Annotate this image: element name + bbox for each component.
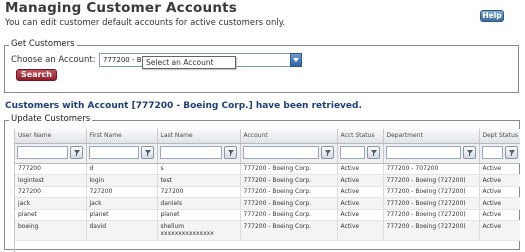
cell-account: 777200 - Boeing Corp. — [240, 197, 338, 210]
cell-dept-status: Active — [479, 220, 520, 241]
table-row[interactable]: logintest login test 777200 - Boeing Corp. A… — [15, 174, 520, 187]
cell-first-name: 727200 — [86, 186, 158, 198]
customers-grid: User Name First Name Last Name Account Acct … — [14, 129, 520, 252]
page-title: Managing Customer Accounts — [5, 0, 238, 16]
table-row[interactable]: boeing david shellum xxxxxxxxxxxxxxx 777200… — [15, 220, 520, 241]
status-message: Customers with Account [777200 - Boeing … — [5, 101, 362, 111]
filter-input-first-name[interactable] — [88, 146, 139, 159]
cell-department: 777200 - Boeing (727200) — [383, 197, 480, 210]
cell-department: 777200 - Boeing (727200) — [383, 220, 480, 241]
filter-cell — [337, 143, 384, 164]
choose-account-label: Choose an Account: — [11, 55, 96, 65]
cell-account: 777200 - Boeing Corp. — [240, 186, 338, 198]
cell-first-name: d — [86, 163, 158, 175]
column-header-last-name[interactable]: Last Name — [157, 129, 241, 144]
cell-first-name: david — [86, 220, 158, 241]
account-tooltip: Select an Account — [142, 56, 236, 69]
filter-input-acct-status[interactable] — [339, 146, 365, 159]
column-header-user-name[interactable]: User Name — [15, 129, 87, 144]
column-header-account[interactable]: Account — [240, 129, 338, 144]
filter-cell — [383, 143, 480, 164]
cell-account: 777200 - Boeing Corp. — [240, 209, 338, 221]
column-header-dept-status[interactable]: Dept Status — [479, 129, 520, 144]
search-button[interactable]: Search — [16, 69, 57, 81]
filter-icon[interactable] — [504, 146, 518, 159]
cell-user-name: boeing — [15, 220, 87, 241]
cell-account: 777200 - Boeing Corp. — [240, 220, 338, 241]
table-row[interactable]: 777200 d s 777200 - Boeing Corp. Active 77720… — [15, 163, 520, 175]
update-customers-legend: Update Customers — [9, 114, 93, 124]
cell-last-name: 727200 — [157, 186, 241, 198]
cell-last-name: planet — [157, 209, 241, 221]
get-customers-legend: Get Customers — [9, 39, 77, 49]
cell-department: 777200 - 707200 — [383, 163, 480, 175]
table-row[interactable]: planet planet planet 777200 - Boeing Corp. A… — [15, 209, 520, 221]
cell-first-name: planet — [86, 209, 158, 221]
filter-cell — [479, 143, 520, 164]
cell-last-name: test — [157, 174, 241, 187]
cell-dept-status: Active — [479, 163, 520, 175]
filter-input-user-name[interactable] — [17, 146, 68, 159]
cell-department: 777200 - Boeing (727200) — [383, 174, 480, 187]
filter-cell — [240, 143, 338, 164]
cell-user-name: planet — [15, 209, 87, 221]
table-row[interactable]: 727200 727200 727200 777200 - Boeing Corp. A… — [15, 186, 520, 198]
cell-user-name: jack — [15, 197, 87, 210]
filter-input-department[interactable] — [385, 146, 461, 159]
cell-last-name: s — [157, 163, 241, 175]
help-button[interactable]: Help — [480, 10, 504, 22]
filter-cell — [15, 143, 87, 164]
chevron-down-icon[interactable] — [290, 53, 302, 67]
cell-account: 777200 - Boeing Corp. — [240, 163, 338, 175]
cell-first-name: login — [86, 174, 158, 187]
cell-acct-status: Active — [337, 174, 384, 187]
filter-cell — [86, 143, 158, 164]
cell-acct-status: Active — [337, 197, 384, 210]
filter-icon[interactable] — [140, 146, 154, 159]
cell-dept-status: Active — [479, 209, 520, 221]
cell-account: 777200 - Boeing Corp. — [240, 174, 338, 187]
filter-icon[interactable] — [366, 146, 380, 159]
filter-icon[interactable] — [69, 146, 83, 159]
cell-dept-status: Active — [479, 197, 520, 210]
filter-input-account[interactable] — [242, 146, 319, 159]
filter-cell — [157, 143, 241, 164]
cell-first-name: jack — [86, 197, 158, 210]
filter-icon[interactable] — [223, 146, 237, 159]
cell-acct-status: Active — [337, 220, 384, 241]
page-subtitle: You can edit customer default accounts f… — [5, 18, 286, 28]
cell-department: 777200 - Boeing (727200) — [383, 209, 480, 221]
filter-input-dept-status[interactable] — [481, 146, 503, 159]
cell-acct-status: Active — [337, 209, 384, 221]
filter-input-last-name[interactable] — [159, 146, 222, 159]
cell-user-name: logintest — [15, 174, 87, 187]
cell-user-name: 727200 — [15, 186, 87, 198]
filter-icon[interactable] — [320, 146, 334, 159]
cell-acct-status: Active — [337, 186, 384, 198]
column-header-acct-status[interactable]: Acct Status — [337, 129, 384, 144]
cell-dept-status: Active — [479, 186, 520, 198]
filter-icon[interactable] — [462, 146, 476, 159]
cell-department: 777200 - Boeing (727200) — [383, 186, 480, 198]
table-row[interactable]: jack jack daniels 777200 - Boeing Corp. Acti… — [15, 197, 520, 210]
column-header-department[interactable]: Department — [383, 129, 480, 144]
cell-last-name: shellum xxxxxxxxxxxxxxx — [157, 220, 241, 241]
cell-last-name: daniels — [157, 197, 241, 210]
cell-dept-status: Active — [479, 174, 520, 187]
cell-user-name: 777200 — [15, 163, 87, 175]
cell-acct-status: Active — [337, 163, 384, 175]
column-header-first-name[interactable]: First Name — [86, 129, 158, 144]
